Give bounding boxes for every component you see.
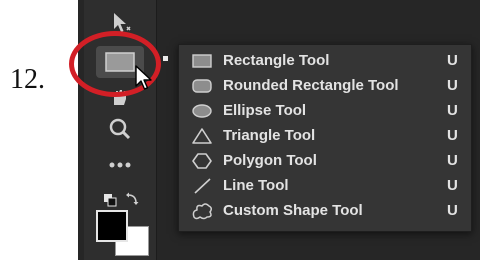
swap-arrows-icon[interactable] [126,192,139,206]
triangle-icon [187,123,217,148]
polygon-icon [187,148,217,173]
menu-item-label: Line Tool [223,177,289,194]
shortcut-key: U [447,102,458,119]
menu-item-ellipse-tool[interactable]: Ellipse Tool U [179,98,471,123]
menu-item-triangle-tool[interactable]: Triangle Tool U [179,123,471,148]
rounded-rectangle-icon [187,73,217,98]
ellipse-icon [187,98,217,123]
shortcut-key: U [447,202,458,219]
step-number: 12. [10,64,45,95]
foreground-color-swatch[interactable] [96,210,128,242]
menu-item-line-tool[interactable]: Line Tool U [179,173,471,198]
shortcut-key: U [447,177,458,194]
menu-item-label: Rounded Rectangle Tool [223,77,399,94]
default-colors-icon[interactable] [104,194,117,207]
shortcut-key: U [447,127,458,144]
line-icon [187,173,217,198]
menu-item-label: Rectangle Tool [223,52,330,69]
menu-item-rectangle-tool[interactable]: Rectangle Tool U [179,48,471,73]
menu-item-label: Ellipse Tool [223,102,307,119]
shape-tools-flyout-menu: Rectangle Tool U Rounded Rectangle Tool … [178,44,472,232]
menu-item-label: Polygon Tool [223,152,317,169]
menu-item-label: Triangle Tool [223,127,316,144]
magnifier-icon [109,118,131,140]
edit-toolbar-button[interactable] [84,150,156,180]
shortcut-key: U [447,52,458,69]
menu-item-custom-shape-tool[interactable]: Custom Shape Tool U [179,198,471,223]
custom-shape-icon [187,198,217,223]
menu-item-polygon-tool[interactable]: Polygon Tool U [179,148,471,173]
ellipsis-icon [109,162,131,168]
zoom-tool[interactable] [84,114,156,144]
mouse-pointer-icon [135,65,152,90]
shortcut-key: U [447,77,458,94]
menu-item-rounded-rectangle-tool[interactable]: Rounded Rectangle Tool U [179,73,471,98]
menu-item-label: Custom Shape Tool [223,202,363,219]
shortcut-key: U [447,152,458,169]
rectangle-icon [187,48,217,73]
flyout-indicator [163,56,168,61]
